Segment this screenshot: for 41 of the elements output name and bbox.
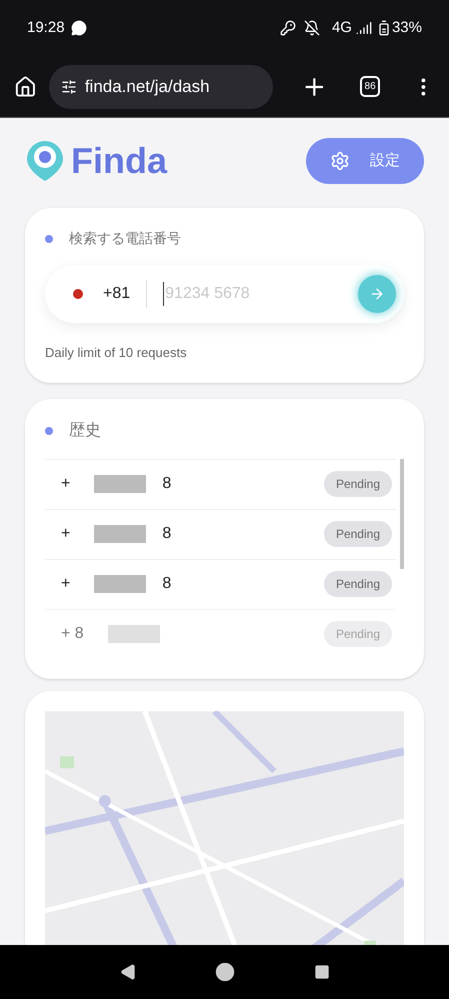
- redaction-block: [94, 575, 146, 593]
- logo[interactable]: Finda: [71, 134, 167, 188]
- history-row[interactable]: + 8 Pending: [45, 458, 396, 508]
- country-code[interactable]: +81: [103, 282, 130, 306]
- history-row[interactable]: + 8 Pending: [45, 608, 396, 658]
- status-badge: Pending: [324, 521, 392, 547]
- status-badge: Pending: [324, 571, 392, 597]
- mute-icon: [304, 20, 320, 36]
- history-row[interactable]: + 8 Pending: [45, 508, 396, 558]
- site-settings-icon[interactable]: [60, 78, 77, 94]
- phone-number-end: 8: [162, 524, 172, 544]
- phone-number-start: + 8: [61, 624, 84, 644]
- settings-icon: [330, 151, 350, 171]
- recents-icon[interactable]: [314, 964, 330, 980]
- redaction-block: [94, 525, 146, 543]
- phone-number-start: +: [61, 474, 70, 494]
- status-badge: Pending: [324, 471, 392, 497]
- home-nav-icon[interactable]: [214, 962, 234, 982]
- back-icon[interactable]: [120, 964, 136, 980]
- redaction-block: [94, 475, 146, 493]
- arrow-right-icon: [369, 286, 385, 302]
- location-pin-icon: [25, 139, 65, 183]
- battery-level: 33%: [392, 18, 422, 38]
- status-badge: Pending: [324, 621, 392, 647]
- clock: 19:28: [27, 18, 65, 38]
- history-row[interactable]: + 8 Pending: [45, 558, 396, 608]
- key-icon: [280, 20, 296, 36]
- chat-icon: [70, 20, 87, 36]
- phone-number-end: 8: [162, 474, 172, 494]
- card-title: 検索する電話番号: [69, 229, 181, 248]
- redaction-block: [108, 625, 160, 643]
- home-icon[interactable]: [14, 74, 37, 98]
- limit-note: Daily limit of 10 requests: [45, 344, 188, 362]
- network-type: 4G: [332, 18, 352, 38]
- phone-number-start: +: [61, 524, 70, 544]
- signal-icon: [356, 20, 372, 36]
- address-bar[interactable]: finda.net/ja/dash: [48, 64, 274, 108]
- tab-count[interactable]: 86: [360, 76, 380, 97]
- phone-number-start: +: [61, 574, 70, 594]
- phone-number-end: 8: [162, 574, 172, 594]
- card-title: 歴史: [69, 420, 101, 440]
